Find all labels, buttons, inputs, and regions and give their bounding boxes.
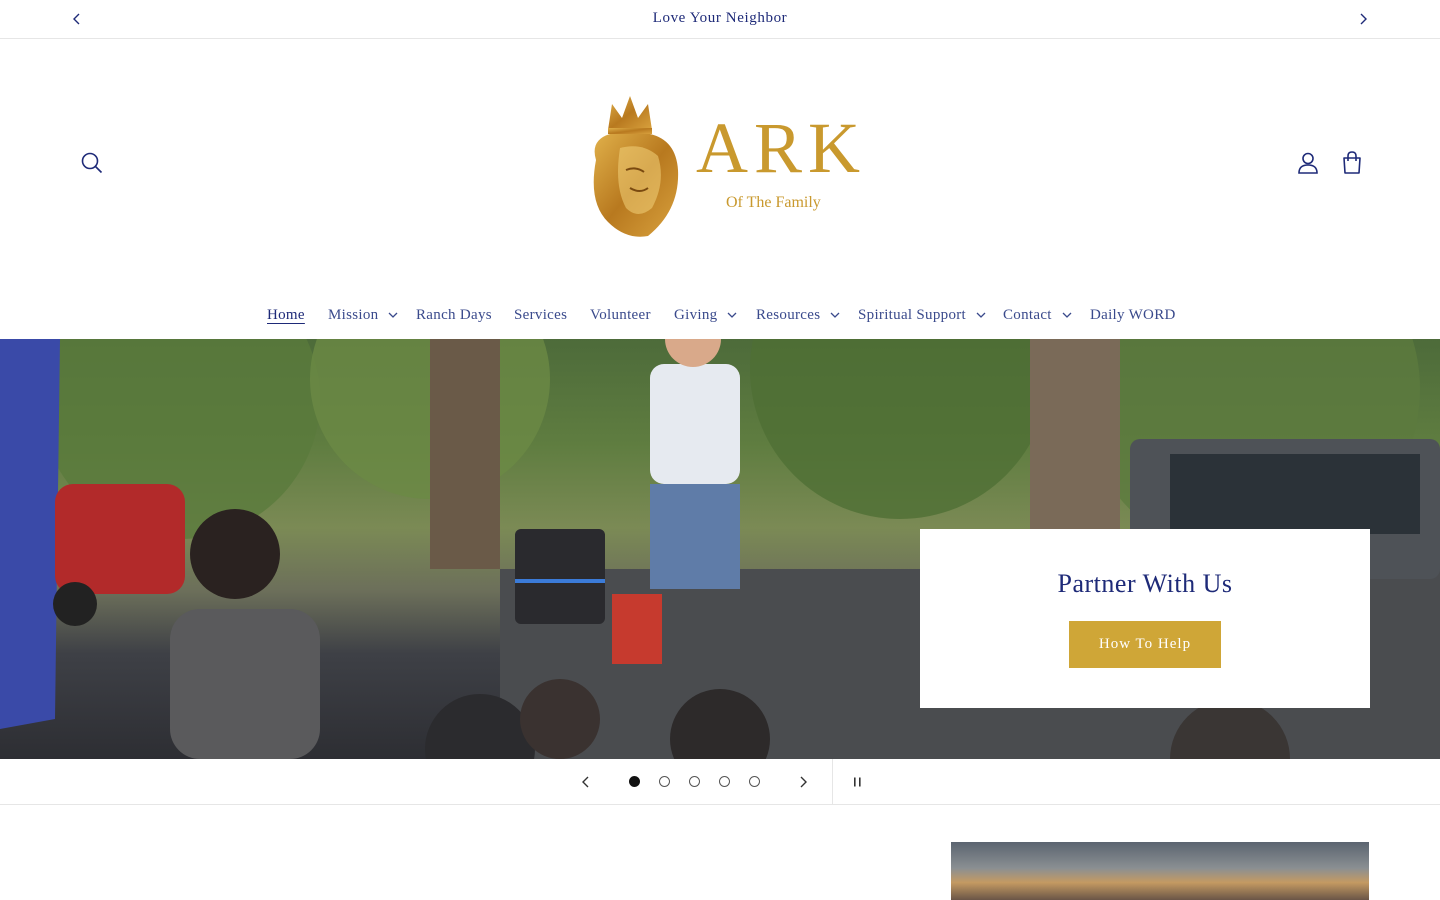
nav-item-label: Daily WORD [1090,307,1176,323]
chevron-right-icon [800,776,807,788]
slideshow-controls [0,759,1440,805]
nav-item-ranch-days[interactable]: Ranch Days [416,307,492,324]
how-to-help-button[interactable]: How To Help [1069,621,1221,668]
logo-tagline: Of The Family [726,194,821,211]
slide-dot-2[interactable] [659,776,670,787]
nav-item-label: Volunteer [590,307,651,323]
controls-divider [832,759,833,805]
nav-item-resources[interactable]: Resources [756,307,840,324]
nav-item-label: Home [267,307,305,323]
chevron-down-icon [976,307,986,324]
nav-item-home[interactable]: Home [267,307,305,324]
nav-item-label: Giving [674,307,718,323]
slide-next-button[interactable] [794,773,812,791]
nav-item-volunteer[interactable]: Volunteer [590,307,651,324]
hero-slide: Partner With Us How To Help [0,339,1440,759]
nav-item-label: Ranch Days [416,307,492,323]
slide-dot-1[interactable] [629,776,640,787]
account-button[interactable] [1295,150,1321,176]
nav-item-contact[interactable]: Contact [1003,307,1072,324]
slide-dot-5[interactable] [749,776,760,787]
announcement-bar: Love Your Neighbor [0,0,1440,39]
nav-item-label: Spiritual Support [858,307,967,323]
feature-image [951,842,1369,900]
cart-button[interactable] [1339,150,1365,176]
search-icon [81,152,103,174]
promo-heading: Partner With Us [1057,569,1233,598]
promo-box: Partner With Us How To Help [920,529,1370,708]
nav-item-services[interactable]: Services [514,307,567,324]
nav-item-label: Resources [756,307,821,323]
user-icon [1298,152,1318,174]
nav-item-mission[interactable]: Mission [328,307,398,324]
search-button[interactable] [79,150,105,176]
pause-icon [854,777,861,787]
site-logo[interactable]: ARK Of The Family [586,90,866,242]
cart-icon [1343,151,1361,174]
slide-prev-button[interactable] [577,773,595,791]
nav-item-spiritual-support[interactable]: Spiritual Support [858,307,986,324]
nav-item-giving[interactable]: Giving [674,307,737,324]
chevron-down-icon [727,307,737,324]
nav-item-label: Services [514,307,568,323]
announcement-next-button[interactable] [1353,10,1373,28]
logo-wordmark: ARK [696,108,867,188]
chevron-down-icon [830,307,840,324]
slide-dot-4[interactable] [719,776,730,787]
nav-item-daily-word[interactable]: Daily WORD [1090,307,1176,324]
chevron-left-icon [582,776,589,788]
nav-item-label: Mission [328,307,379,323]
nav-item-label: Contact [1003,307,1052,323]
slide-pause-button[interactable] [849,773,867,791]
chevron-down-icon [1062,307,1072,324]
main-nav: Home Mission Ranch Days Services Volunte… [0,307,1440,331]
announcement-text: Love Your Neighbor [652,10,788,26]
slide-dot-3[interactable] [689,776,700,787]
chevron-right-icon [1360,13,1367,25]
chevron-down-icon [388,307,398,324]
